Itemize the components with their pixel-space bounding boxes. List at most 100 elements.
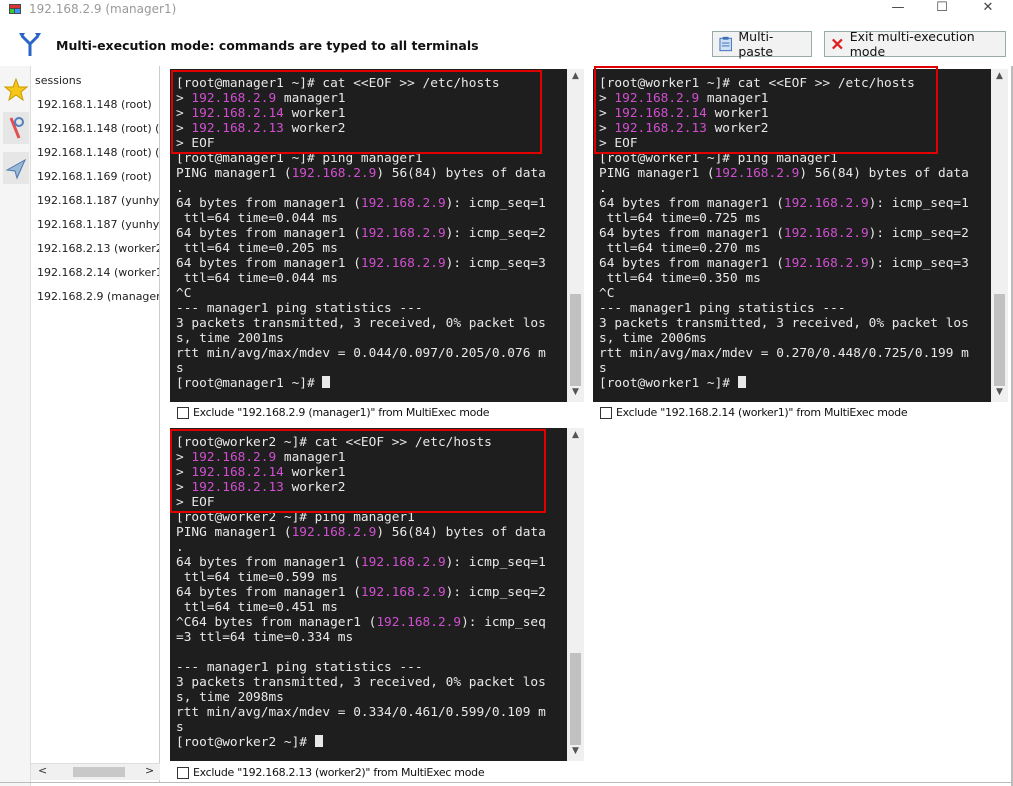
terminal-line: ^C64 bytes from manager1 (192.168.2.9): … xyxy=(176,615,567,630)
scroll-thumb[interactable] xyxy=(570,653,581,745)
tools-icon[interactable] xyxy=(3,112,29,144)
ip-address: 192.168.2.9 xyxy=(783,226,869,241)
exclude-worker2-checkbox[interactable]: Exclude "192.168.2.13 (worker2)" from Mu… xyxy=(177,766,485,779)
terminal-text: s, time 2001ms xyxy=(176,331,284,346)
terminal-text: ttl=64 time=0.044 ms xyxy=(176,211,338,226)
scroll-up-icon[interactable]: ▲ xyxy=(567,430,584,444)
terminal-line: 64 bytes from manager1 (192.168.2.9): ic… xyxy=(599,196,991,211)
sessions-header: sessions xyxy=(35,74,82,87)
terminal-text: ): icmp_seq=1 xyxy=(445,196,546,211)
terminal-text: ttl=64 time=0.599 ms xyxy=(176,570,338,585)
scroll-up-icon[interactable]: ▲ xyxy=(991,71,1008,85)
terminal-text: ^C xyxy=(176,286,192,301)
title-bar: 192.168.2.9 (manager1) — ☐ ✕ xyxy=(0,0,1013,18)
terminal-text: ttl=64 time=0.044 ms xyxy=(176,271,338,286)
terminal-text: 3 packets transmitted, 3 received, 0% pa… xyxy=(599,316,969,331)
exclude-label: Exclude "192.168.2.14 (worker1)" from Mu… xyxy=(616,406,908,419)
terminal-text: 64 bytes from manager1 ( xyxy=(176,196,361,211)
session-item[interactable]: 192.168.1.148 (root) xyxy=(37,98,152,111)
exit-multiexec-label: Exit multi-execution mode xyxy=(849,29,975,59)
terminal-line: ttl=64 time=0.044 ms xyxy=(176,211,567,226)
terminal-line: rtt min/avg/max/mdev = 0.270/0.448/0.725… xyxy=(599,346,991,361)
terminal-line: =3 ttl=64 time=0.334 ms xyxy=(176,630,567,645)
terminal-text: rtt min/avg/max/mdev = 0.270/0.448/0.725… xyxy=(599,346,969,361)
terminal-line: 3 packets transmitted, 3 received, 0% pa… xyxy=(599,316,991,331)
scroll-thumb[interactable] xyxy=(73,767,125,777)
terminal-text: PING manager1 ( xyxy=(176,525,292,540)
terminal-manager1-scrollbar[interactable]: ▲ ▼ xyxy=(567,69,584,402)
scroll-right-icon[interactable]: > xyxy=(145,764,154,777)
terminal-text: s, time 2006ms xyxy=(599,331,707,346)
terminal-line: s, time 2001ms xyxy=(176,331,567,346)
terminal-line: [root@worker2 ~]# xyxy=(176,735,567,750)
terminal-line: 64 bytes from manager1 (192.168.2.9): ic… xyxy=(599,256,991,271)
session-item[interactable]: 192.168.2.14 (worker1) xyxy=(37,266,159,279)
checkbox[interactable] xyxy=(177,766,189,779)
terminal-text: . xyxy=(176,540,184,555)
exclude-worker1-checkbox[interactable]: Exclude "192.168.2.14 (worker1)" from Mu… xyxy=(600,406,908,419)
checkbox[interactable] xyxy=(600,406,612,419)
terminal-text: ) 56(84) bytes of data xyxy=(799,166,969,181)
session-item[interactable]: 192.168.2.13 (worker2) xyxy=(37,242,159,255)
terminal-worker2-scrollbar[interactable]: ▲ ▼ xyxy=(567,428,584,761)
scroll-up-icon[interactable]: ▲ xyxy=(567,71,584,85)
terminal-text: [root@worker1 ~]# xyxy=(599,376,738,391)
terminal-text: PING manager1 ( xyxy=(599,166,715,181)
session-item[interactable]: 192.168.1.148 (root) (1) xyxy=(37,122,159,135)
terminal-line: ^C xyxy=(176,286,567,301)
terminal-line: 64 bytes from manager1 (192.168.2.9): ic… xyxy=(176,226,567,241)
scroll-down-icon[interactable]: ▼ xyxy=(991,387,1008,401)
terminal-text: 64 bytes from manager1 ( xyxy=(599,196,784,211)
session-item[interactable]: 192.168.1.187 (yunhyeo xyxy=(37,218,159,231)
terminal-cursor xyxy=(314,735,323,747)
terminal-line: ttl=64 time=0.205 ms xyxy=(176,241,567,256)
close-button[interactable]: ✕ xyxy=(965,0,1011,18)
scroll-thumb[interactable] xyxy=(994,294,1005,386)
scroll-left-icon[interactable]: < xyxy=(38,764,47,777)
multi-paste-button[interactable]: Multi-paste xyxy=(712,29,812,59)
terminal-text: s xyxy=(176,720,184,735)
window-border xyxy=(0,782,1013,783)
terminal-line: ttl=64 time=0.725 ms xyxy=(599,211,991,226)
scroll-down-icon[interactable]: ▼ xyxy=(567,387,584,401)
sessions-horizontal-scrollbar[interactable]: < > xyxy=(31,763,160,780)
terminal-text: 64 bytes from manager1 ( xyxy=(176,555,361,570)
exclude-manager1-checkbox[interactable]: Exclude "192.168.2.9 (manager1)" from Mu… xyxy=(177,406,490,419)
terminal-text: s, time 2098ms xyxy=(176,690,284,705)
annotation-box xyxy=(171,70,542,154)
scroll-thumb[interactable] xyxy=(570,294,581,386)
minimize-button[interactable]: — xyxy=(875,0,921,18)
fork-arrows-icon xyxy=(19,33,41,56)
terminal-line: . xyxy=(176,540,567,555)
terminal-text: ): icmp_seq=1 xyxy=(445,555,546,570)
exit-multiexec-button[interactable]: Exit multi-execution mode xyxy=(824,29,1006,59)
exclude-label: Exclude "192.168.2.13 (worker2)" from Mu… xyxy=(193,766,485,779)
terminal-text: 3 packets transmitted, 3 received, 0% pa… xyxy=(176,675,546,690)
ip-address: 192.168.2.9 xyxy=(714,166,800,181)
checkbox[interactable] xyxy=(177,406,189,419)
ip-address: 192.168.2.9 xyxy=(783,196,869,211)
terminal-text: --- manager1 ping statistics --- xyxy=(176,660,423,675)
terminal-line: s, time 2098ms xyxy=(176,690,567,705)
terminal-line: . xyxy=(176,181,567,196)
terminal-text: ttl=64 time=0.451 ms xyxy=(176,600,338,615)
star-icon[interactable] xyxy=(3,74,29,106)
session-item[interactable]: 192.168.1.187 (yunhyeo xyxy=(37,194,159,207)
send-icon[interactable] xyxy=(3,152,29,184)
terminal-line: ttl=64 time=0.451 ms xyxy=(176,600,567,615)
terminal-text: ): icmp_seq=1 xyxy=(868,196,969,211)
multi-paste-label: Multi-paste xyxy=(738,29,774,59)
session-item[interactable]: 192.168.2.9 (manager1) xyxy=(37,290,159,303)
session-item[interactable]: 192.168.1.148 (root) (2) xyxy=(37,146,159,159)
annotation-box xyxy=(594,66,938,154)
terminal-text: =3 ttl=64 time=0.334 ms xyxy=(176,630,354,645)
terminal-text: 64 bytes from manager1 ( xyxy=(176,585,361,600)
terminal-line: PING manager1 (192.168.2.9) 56(84) bytes… xyxy=(176,525,567,540)
session-item[interactable]: 192.168.1.169 (root) xyxy=(37,170,152,183)
terminal-text: PING manager1 ( xyxy=(176,166,292,181)
scroll-down-icon[interactable]: ▼ xyxy=(567,746,584,760)
terminal-text: rtt min/avg/max/mdev = 0.044/0.097/0.205… xyxy=(176,346,546,361)
maximize-button[interactable]: ☐ xyxy=(919,0,965,18)
terminal-worker1-scrollbar[interactable]: ▲ ▼ xyxy=(991,69,1008,402)
